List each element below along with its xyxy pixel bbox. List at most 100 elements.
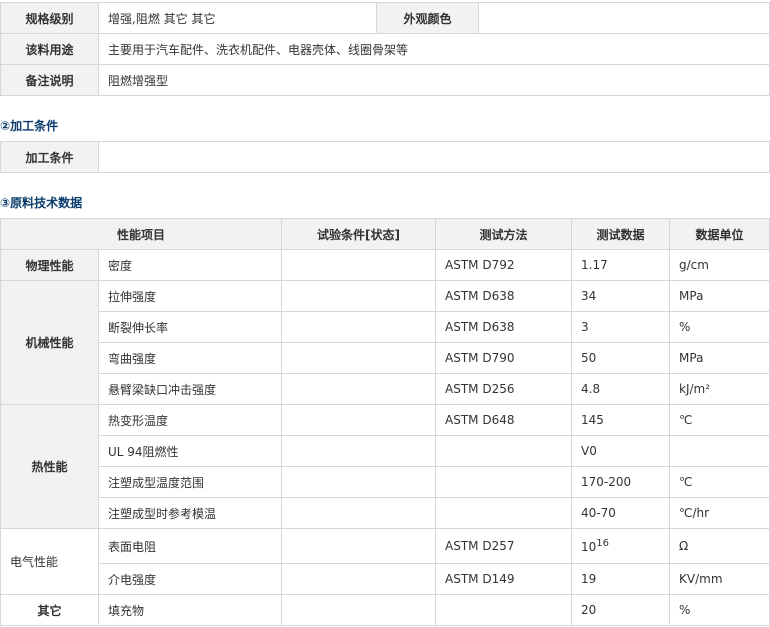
column-header: 性能项目 [0, 218, 283, 250]
table-row: 备注说明 阻燃增强型 [0, 64, 770, 96]
test-method [435, 435, 573, 467]
property-item: 热变形温度 [97, 404, 283, 436]
test-condition [281, 249, 437, 281]
test-method: ASTM D792 [435, 249, 573, 281]
test-method: ASTM D638 [435, 311, 573, 343]
spec-level-label: 规格级别 [0, 2, 99, 34]
data-unit: KV/mm [669, 563, 770, 595]
tech-data-heading: ③原料技术数据 [0, 196, 82, 210]
property-item: UL 94阻燃性 [97, 435, 283, 467]
group-label: 电气性能 [0, 528, 99, 595]
group-label: 物理性能 [0, 249, 99, 281]
data-unit: ℃ [669, 466, 770, 498]
test-condition [281, 280, 437, 312]
column-header: 测试数据 [571, 218, 671, 250]
property-item: 介电强度 [97, 563, 283, 595]
data-unit [669, 435, 770, 467]
test-condition [281, 404, 437, 436]
data-unit: ℃ [669, 404, 770, 436]
table-header-row: 性能项目 试验条件[状态] 测试方法 测试数据 数据单位 [0, 218, 770, 250]
test-method: ASTM D257 [435, 528, 573, 564]
table-row: 该料用途 主要用于汽车配件、洗衣机配件、电器壳体、线圈骨架等 [0, 33, 770, 65]
column-header: 数据单位 [669, 218, 770, 250]
table-row: 机械性能 拉伸强度 ASTM D638 34 MPa [0, 280, 770, 405]
property-item: 拉伸强度 [97, 280, 283, 312]
appearance-color-label: 外观颜色 [376, 2, 479, 34]
table-row: 注塑成型时参考模温 40-70 ℃/hr [1, 497, 770, 529]
test-value: 19 [571, 563, 671, 595]
test-value: 4.8 [571, 373, 671, 405]
test-value: 170-200 [571, 466, 671, 498]
test-value: V0 [571, 435, 671, 467]
property-item: 悬臂梁缺口冲击强度 [97, 373, 283, 405]
group-label: 机械性能 [0, 280, 99, 405]
value-base: 10 [581, 540, 597, 554]
appearance-color-value [478, 2, 770, 34]
test-condition [281, 497, 437, 529]
test-method [435, 594, 573, 626]
test-value: 34 [571, 280, 671, 312]
table-row: 热性能 热变形温度 ASTM D648 145 ℃ [0, 404, 770, 529]
data-unit: MPa [669, 280, 770, 312]
table-row: 物理性能 密度 ASTM D792 1.17 g/cm [0, 249, 770, 281]
property-item: 断裂伸长率 [97, 311, 283, 343]
usage-label: 该料用途 [0, 33, 99, 65]
section-title: 原料技术数据 [10, 196, 83, 210]
column-header: 测试方法 [435, 218, 573, 250]
value-exponent: 16 [596, 538, 610, 549]
table-row: 加工条件 [0, 141, 770, 173]
processing-label: 加工条件 [0, 141, 99, 173]
group-label: 热性能 [0, 404, 99, 529]
test-condition [281, 466, 437, 498]
property-item: 弯曲强度 [97, 342, 283, 374]
test-method [435, 466, 573, 498]
tech-data-table: 性能项目 试验条件[状态] 测试方法 测试数据 数据单位 物理性能 密度 AST… [0, 218, 770, 626]
data-unit: ℃/hr [669, 497, 770, 529]
section-number: ③ [0, 196, 11, 210]
property-item: 注塑成型时参考模温 [97, 497, 283, 529]
column-header: 试验条件[状态] [281, 218, 437, 250]
table-row: 悬臂梁缺口冲击强度 ASTM D256 4.8 kJ/m² [1, 373, 770, 405]
data-unit: g/cm [669, 249, 770, 281]
data-unit: Ω [669, 528, 770, 564]
test-value: 50 [571, 342, 671, 374]
test-method: ASTM D256 [435, 373, 573, 405]
test-method: ASTM D648 [435, 404, 573, 436]
property-item: 密度 [97, 249, 283, 281]
test-value: 1.17 [571, 249, 671, 281]
data-unit: kJ/m² [669, 373, 770, 405]
table-row: 断裂伸长率 ASTM D638 3 % [1, 311, 770, 343]
test-condition [281, 342, 437, 374]
processing-table: 加工条件 [0, 141, 770, 173]
data-unit: % [669, 594, 770, 626]
table-row: 其它 填充物 20 % [0, 594, 770, 626]
test-condition [281, 594, 437, 626]
remarks-value: 阻燃增强型 [98, 64, 770, 96]
property-item: 注塑成型温度范围 [97, 466, 283, 498]
test-method: ASTM D790 [435, 342, 573, 374]
test-method [435, 497, 573, 529]
processing-heading: ②加工条件 [0, 119, 58, 133]
basic-info-table: 规格级别 增强,阻燃 其它 其它 外观颜色 该料用途 主要用于汽车配件、洗衣机配… [0, 2, 770, 96]
property-item: 表面电阻 [97, 528, 283, 564]
test-condition [281, 563, 437, 595]
test-condition [281, 373, 437, 405]
test-value: 3 [571, 311, 671, 343]
property-item: 填充物 [97, 594, 283, 626]
test-value: 40-70 [571, 497, 671, 529]
section-title: 加工条件 [10, 119, 59, 133]
usage-value: 主要用于汽车配件、洗衣机配件、电器壳体、线圈骨架等 [98, 33, 770, 65]
table-row: 弯曲强度 ASTM D790 50 MPa [1, 342, 770, 374]
group-label: 其它 [0, 594, 99, 626]
table-row: UL 94阻燃性 V0 [1, 435, 770, 467]
test-method: ASTM D149 [435, 563, 573, 595]
section-number: ② [0, 119, 11, 133]
table-row: 电气性能 表面电阻 ASTM D257 1016 Ω [0, 528, 770, 595]
data-unit: MPa [669, 342, 770, 374]
data-unit: % [669, 311, 770, 343]
table-row: 规格级别 增强,阻燃 其它 其它 外观颜色 [0, 2, 770, 34]
test-method: ASTM D638 [435, 280, 573, 312]
table-row: 注塑成型温度范围 170-200 ℃ [1, 466, 770, 498]
test-condition [281, 528, 437, 564]
test-condition [281, 311, 437, 343]
